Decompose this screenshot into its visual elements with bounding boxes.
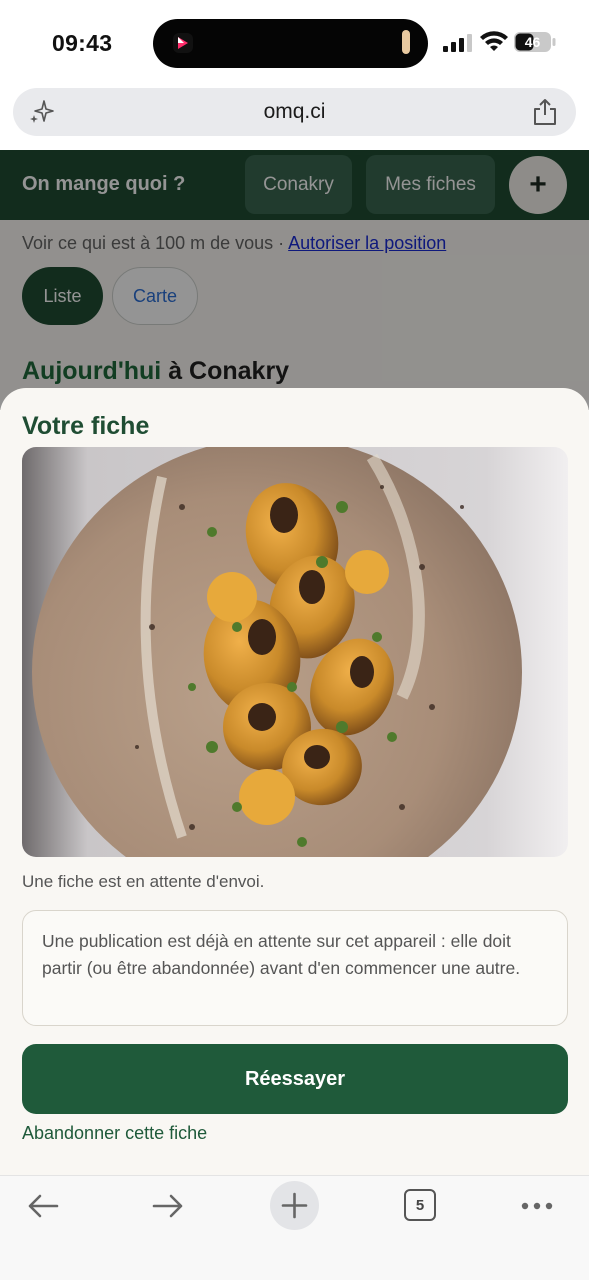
tabs-button[interactable]: 5 [404, 1189, 436, 1221]
battery-icon: 46 [514, 32, 556, 52]
battery-level: 46 [524, 34, 541, 50]
browser-toolbar: 5 [0, 1175, 589, 1280]
cellular-signal-icon [443, 34, 472, 52]
food-photo [22, 447, 568, 857]
pending-notice-box: Une publication est déjà en attente sur … [22, 910, 568, 1026]
more-icon[interactable] [520, 1200, 554, 1212]
retry-button[interactable]: Réessayer [22, 1044, 568, 1114]
abandon-sheet-link[interactable]: Abandonner cette fiche [22, 1123, 207, 1144]
back-arrow-icon[interactable] [26, 1190, 60, 1222]
status-bar: 09:43 46 [0, 0, 589, 84]
mushroom-soup-photo [22, 447, 568, 857]
status-time: 09:43 [52, 30, 113, 56]
new-tab-plus-icon [281, 1192, 308, 1219]
modal-scrim[interactable] [0, 150, 589, 410]
pending-note: Une fiche est en attente d'envoi. [22, 872, 265, 891]
pending-notice-text: Une publication est déjà en attente sur … [42, 931, 521, 978]
share-icon[interactable] [532, 98, 558, 126]
dynamic-island [153, 19, 428, 68]
bottom-sheet: Votre fiche Une fiche est en attente d'e… [0, 388, 589, 1175]
wifi-icon [480, 31, 508, 51]
url-text[interactable]: omq.ci [13, 100, 576, 124]
new-tab-button[interactable] [270, 1181, 319, 1230]
forward-arrow-icon[interactable] [151, 1190, 185, 1222]
sheet-title: Votre fiche [22, 412, 150, 440]
live-activity-indicator [402, 30, 410, 54]
tab-count: 5 [415, 1196, 425, 1214]
address-bar[interactable]: omq.ci [13, 88, 576, 136]
live-activity-app-icon [173, 33, 193, 53]
